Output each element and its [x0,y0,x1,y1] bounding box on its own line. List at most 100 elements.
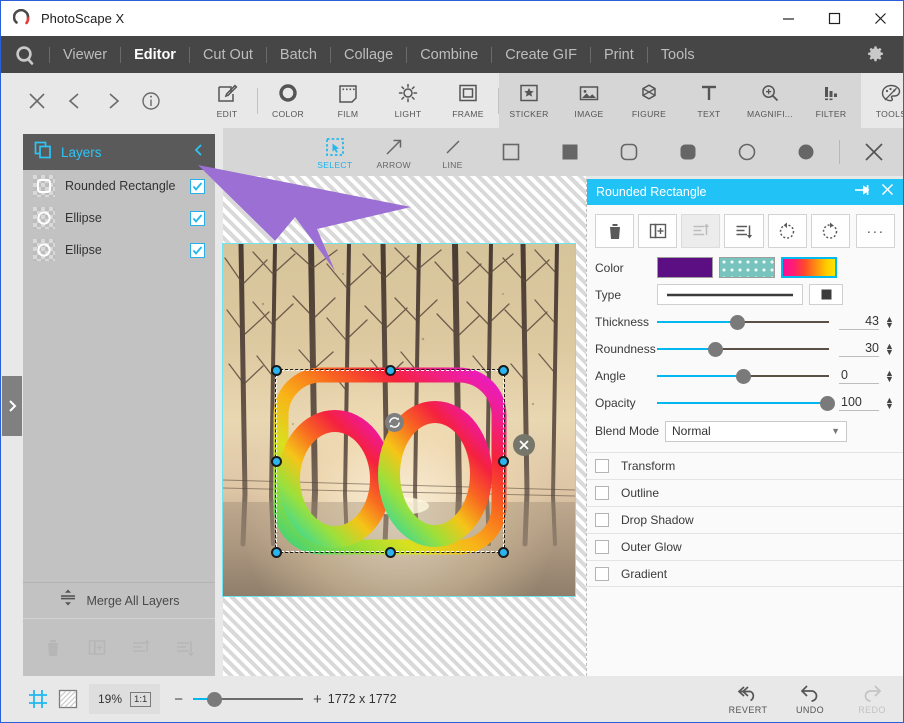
gradient-checkbox[interactable] [595,567,609,581]
bring-forward-button[interactable] [681,214,720,248]
shape-rectangle-filled[interactable] [541,128,600,176]
resize-handle-middle-left[interactable] [271,456,282,467]
layer-visibility-checkbox[interactable] [190,211,205,226]
opacity-value[interactable]: 100 [839,395,879,411]
send-backward-button[interactable] [724,214,763,248]
menu-item-tools[interactable]: Tools [648,36,708,73]
pattern-dots-swatch[interactable] [719,257,775,278]
outline-checkbox[interactable] [595,486,609,500]
chevron-right-icon[interactable] [101,89,125,113]
tool-arrow[interactable]: ARROW [364,128,423,176]
chevron-left-icon[interactable] [193,143,205,161]
delete-shape-icon[interactable] [513,434,535,456]
merge-all-layers-button[interactable]: Merge All Layers [23,582,215,618]
delete-layer-button[interactable] [40,635,66,661]
pin-icon[interactable] [854,183,870,202]
shape-rectangle-outline[interactable] [482,128,541,176]
shape-rounded-rectangle-filled[interactable] [659,128,718,176]
duplicate-layer-button[interactable] [84,635,110,661]
rainbow-gradient-swatch[interactable] [781,257,837,278]
transform-checkbox[interactable] [595,459,609,473]
tool-line[interactable]: LINE [423,128,482,176]
gear-icon[interactable] [847,45,903,64]
shape-ellipse-filled[interactable] [776,128,835,176]
tab-tools[interactable]: TOOLS [861,73,904,128]
move-layer-down-button[interactable] [172,635,198,661]
tab-figure[interactable]: FIGURE [619,73,679,128]
effect-row-gradient[interactable]: Gradient [587,560,903,587]
close-icon[interactable] [25,89,49,113]
selection-bounding-box[interactable] [276,370,504,552]
menu-item-combine[interactable]: Combine [407,36,491,73]
effect-row-outline[interactable]: Outline [587,479,903,506]
tool-select[interactable]: SELECT [305,128,364,176]
menu-item-viewer[interactable]: Viewer [50,36,120,73]
resize-handle-top-left[interactable] [271,365,282,376]
panel-expand-handle[interactable] [2,376,22,436]
redo-button[interactable]: REDO [841,676,903,722]
menu-item-create-gif[interactable]: Create GIF [492,36,590,73]
minimize-button[interactable] [765,1,811,36]
shape-rounded-rectangle-outline[interactable] [600,128,659,176]
zoom-in-button[interactable]: + [313,691,322,708]
angle-value[interactable]: 0 [839,368,879,384]
menu-item-print[interactable]: Print [591,36,647,73]
resize-handle-middle-right[interactable] [498,456,509,467]
zoom-display-group[interactable]: 19% 1:1 [89,684,160,714]
duplicate-object-button[interactable] [638,214,677,248]
tab-sticker[interactable]: STICKER [499,73,559,128]
layer-visibility-checkbox[interactable] [190,243,205,258]
menu-item-batch[interactable]: Batch [267,36,330,73]
canvas-area[interactable] [223,176,586,676]
grid-icon[interactable] [23,684,53,714]
tab-edit[interactable]: EDIT [197,73,257,128]
tab-film[interactable]: FILM [318,73,378,128]
menu-item-editor[interactable]: Editor [121,36,189,73]
close-button[interactable] [857,1,903,36]
undo-button[interactable]: UNDO [779,676,841,722]
tab-text[interactable]: TEXT [679,73,739,128]
photoscape-mark-icon[interactable] [1,44,49,66]
layers-panel-header[interactable]: Layers [23,134,215,170]
effect-row-transform[interactable]: Transform [587,452,903,479]
tab-image[interactable]: IMAGE [559,73,619,128]
tab-frame[interactable]: FRAME [438,73,498,128]
tab-magnifier[interactable]: MAGNIFI... [739,73,801,128]
zoom-actual-size-button[interactable]: 1:1 [130,692,151,707]
layer-item-ellipse-1[interactable]: Ellipse [23,202,215,234]
menu-item-cut-out[interactable]: Cut Out [190,36,266,73]
zoom-slider[interactable] [193,689,303,709]
layer-item-ellipse-2[interactable]: Ellipse [23,234,215,266]
layer-item-rounded-rectangle[interactable]: Rounded Rectangle [23,170,215,202]
resize-handle-bottom-left[interactable] [271,547,282,558]
zoom-out-button[interactable]: − [174,691,183,708]
layer-visibility-checkbox[interactable] [190,179,205,194]
resize-handle-top-center[interactable] [385,365,396,376]
angle-slider[interactable] [657,366,829,386]
solid-purple-swatch[interactable] [657,257,713,278]
roundness-value[interactable]: 30 [839,341,879,357]
solid-line-icon[interactable] [657,284,803,305]
rotate-left-button[interactable] [768,214,807,248]
rotate-handle-icon[interactable] [385,413,404,432]
roundness-stepper[interactable]: ▲▼ [885,343,894,355]
opacity-slider[interactable] [657,393,829,413]
resize-handle-bottom-center[interactable] [385,547,396,558]
maximize-button[interactable] [811,1,857,36]
drop-shadow-checkbox[interactable] [595,513,609,527]
menu-item-collage[interactable]: Collage [331,36,406,73]
roundness-slider[interactable] [657,339,829,359]
resize-handle-top-right[interactable] [498,365,509,376]
outer-glow-checkbox[interactable] [595,540,609,554]
shape-ellipse-outline[interactable] [717,128,776,176]
close-icon[interactable] [844,128,903,176]
transparency-checker-icon[interactable] [53,684,83,714]
image-canvas[interactable] [223,244,575,596]
opacity-stepper[interactable]: ▲▼ [885,397,894,409]
move-layer-up-button[interactable] [128,635,154,661]
tab-color[interactable]: COLOR [258,73,318,128]
effect-row-drop-shadow[interactable]: Drop Shadow [587,506,903,533]
square-cap-icon[interactable] [809,284,843,305]
delete-object-button[interactable] [595,214,634,248]
rotate-right-button[interactable] [811,214,850,248]
